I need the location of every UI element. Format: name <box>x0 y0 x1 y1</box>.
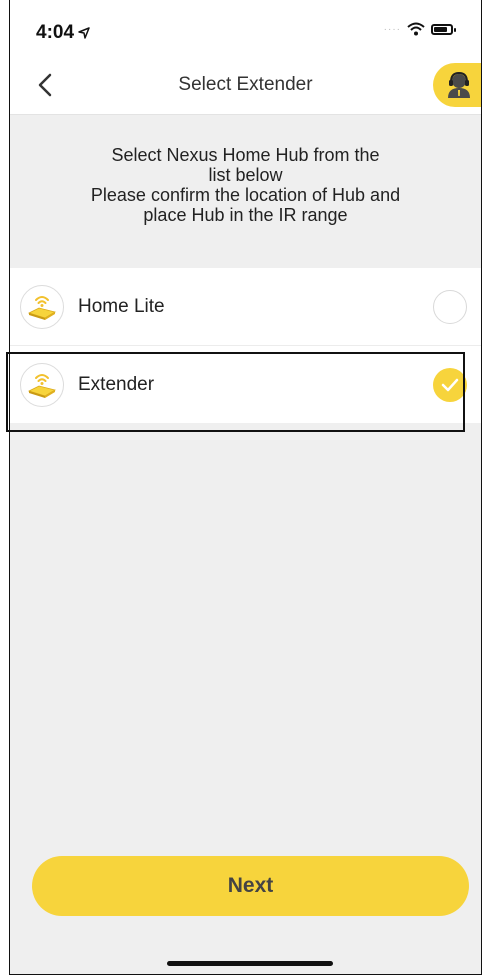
location-arrow-icon <box>78 27 90 39</box>
support-agent-icon <box>448 71 470 98</box>
checkmark-icon <box>441 378 459 392</box>
hub-icon <box>20 284 64 329</box>
support-button[interactable] <box>433 63 481 107</box>
device-label: Extender <box>78 373 155 395</box>
device-item-extender[interactable]: Extender <box>10 345 481 423</box>
navigation-bar: Select Extender <box>10 58 481 115</box>
instruction-line-2: list below <box>208 165 283 185</box>
instruction-line-3: Please confirm the location of Hub and <box>90 185 401 205</box>
signal-icon: ···· <box>383 23 401 35</box>
wifi-icon <box>407 22 425 36</box>
hub-icon <box>20 362 64 407</box>
device-list: Home Lite Extender <box>10 268 481 423</box>
status-time: 4:04 <box>36 22 90 44</box>
instructions-text: Select Nexus Home Hub from the list belo… <box>30 145 461 225</box>
status-bar: 4:04 ···· <box>10 0 481 58</box>
radio-button-unchecked[interactable] <box>433 290 467 324</box>
time-text: 4:04 <box>36 22 75 43</box>
device-label: Home Lite <box>78 295 165 317</box>
next-button[interactable]: Next <box>32 856 469 916</box>
phone-screen: 4:04 ···· Select Extender Select Nexus H… <box>9 0 482 975</box>
instruction-line-4: place Hub in the IR range <box>143 205 348 225</box>
instruction-line-1: Select Nexus Home Hub from the <box>111 145 380 165</box>
radio-button-checked[interactable] <box>433 368 467 402</box>
instructions-panel: Select Nexus Home Hub from the list belo… <box>10 115 481 268</box>
battery-icon <box>431 23 456 35</box>
status-icons: ···· <box>383 22 456 36</box>
home-indicator <box>167 961 333 966</box>
page-title: Select Extender <box>178 74 313 95</box>
device-item-home-lite[interactable]: Home Lite <box>10 268 481 345</box>
